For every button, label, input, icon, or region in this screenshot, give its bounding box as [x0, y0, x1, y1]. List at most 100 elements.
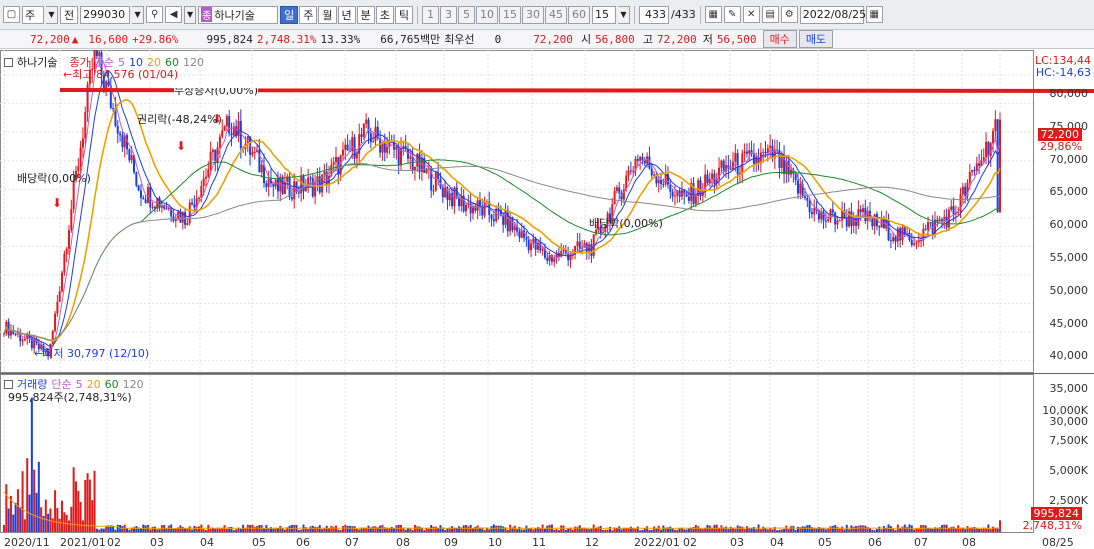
volume-bar: [562, 525, 565, 532]
tab-interval-3[interactable]: 년: [337, 5, 356, 24]
volume-bar: [128, 529, 131, 532]
minute-step-5[interactable]: 5: [458, 5, 475, 24]
candle-body: [165, 208, 168, 210]
page-count-input[interactable]: 433: [639, 5, 669, 24]
candle-body: [332, 162, 335, 165]
close-icon[interactable]: ✕: [742, 6, 760, 23]
volume-bar: [193, 525, 196, 532]
tab-interval-6[interactable]: 틱: [394, 5, 413, 24]
count-input[interactable]: 15: [592, 5, 616, 24]
volume-bar: [235, 529, 238, 532]
tab-interval-2[interactable]: 월: [318, 5, 337, 24]
chevron-down-icon[interactable]: ▼: [184, 5, 197, 24]
volume-bar: [727, 529, 730, 532]
minute-step-10[interactable]: 10: [476, 5, 498, 24]
volume-bar: [629, 526, 632, 532]
chevron-down-icon[interactable]: ▼: [132, 5, 145, 24]
candle-body: [84, 112, 87, 139]
rights-note: 권리락(-48,24%): [137, 113, 222, 126]
volume-bar: [687, 528, 690, 532]
tab-interval-1[interactable]: 주: [299, 5, 318, 24]
period-select[interactable]: 주: [22, 5, 44, 24]
minute-step-1[interactable]: 1: [422, 5, 439, 24]
legend-ma120: 120: [182, 55, 204, 69]
volume-bar: [102, 528, 105, 532]
speaker-icon[interactable]: ◀: [165, 6, 183, 23]
minute-step-60[interactable]: 60: [568, 5, 590, 24]
candle-body: [808, 200, 811, 213]
volume-bar: [989, 529, 992, 532]
candle-body: [335, 157, 337, 163]
price-axis-label: 40,000: [1049, 349, 1089, 363]
volume-bar: [126, 528, 129, 532]
search-icon[interactable]: ⚲: [146, 6, 164, 23]
time-axis-label: 02: [683, 536, 697, 549]
volume-bar: [51, 518, 54, 532]
candle-body: [924, 228, 927, 230]
date-input[interactable]: 2022/08/25: [799, 5, 866, 24]
volume-bar: [750, 528, 753, 532]
volume-bar: [409, 528, 412, 532]
stock-name-field[interactable]: 종 하나기술: [198, 5, 279, 24]
volume-bar: [776, 530, 779, 532]
candle-body: [836, 220, 839, 225]
tab-interval-5[interactable]: 초: [375, 5, 394, 24]
prev-button[interactable]: 전: [60, 5, 79, 24]
sell-button[interactable]: 매도: [798, 30, 834, 48]
candle-body: [639, 157, 642, 161]
volume-bar: [590, 528, 593, 532]
candle-body: [878, 226, 881, 228]
candle-body: [432, 190, 435, 192]
save-icon[interactable]: ▤: [761, 6, 779, 23]
minute-step-45[interactable]: 45: [545, 5, 567, 24]
time-axis-label: 03: [730, 536, 744, 549]
buy-button[interactable]: 매수: [762, 30, 797, 48]
volume-bar: [636, 526, 639, 532]
volume-bar: [852, 526, 855, 532]
gear-icon[interactable]: ⚙: [780, 6, 798, 23]
menu-icon[interactable]: [4, 379, 13, 389]
volume-bar: [611, 530, 614, 532]
candle-body: [899, 228, 902, 241]
chevron-down-icon[interactable]: ▼: [46, 5, 58, 24]
tab-interval-4[interactable]: 분: [356, 5, 375, 24]
tab-interval-0[interactable]: 일: [280, 5, 299, 24]
volume-bar: [420, 528, 423, 532]
candle-body: [81, 138, 84, 148]
toolbar: ▢ 주 ▼ 전 299030 ▼ ⚲ ◀ ▼ 종 하나기술 일주월년분초틱 13…: [0, 0, 1094, 30]
low-note-text: 최저 30,797 (12/10): [43, 347, 150, 360]
candle-body: [968, 172, 971, 183]
candle-body: [193, 204, 196, 208]
code-input[interactable]: 299030: [80, 5, 131, 24]
volume-bar: [451, 526, 454, 532]
chevron-down-icon[interactable]: ▼: [618, 5, 630, 24]
stock-prefix-icon: 종: [201, 7, 213, 22]
minute-step-3[interactable]: 3: [440, 5, 457, 24]
grid-icon[interactable]: ▦: [704, 6, 722, 23]
candle-body: [889, 240, 892, 242]
calendar-icon[interactable]: ▦: [865, 6, 883, 23]
window-icon[interactable]: ▢: [3, 6, 20, 23]
candle-body: [734, 153, 737, 162]
dividend-note-2: 배당락(0,00%): [589, 217, 663, 230]
candle-body: [629, 170, 632, 172]
volume-bar: [351, 526, 354, 532]
candle-body: [276, 179, 279, 192]
candle-body: [720, 160, 723, 168]
candle-body: [729, 168, 732, 170]
draw-icon[interactable]: ✎: [723, 6, 741, 23]
menu-icon[interactable]: [4, 57, 13, 67]
ma120-line: [3, 163, 1001, 341]
minute-step-15[interactable]: 15: [499, 5, 521, 24]
candle-body: [711, 173, 714, 179]
candle-body: [541, 249, 544, 251]
minute-step-30[interactable]: 30: [522, 5, 544, 24]
candle-body: [372, 141, 375, 143]
volume-bar: [678, 528, 681, 532]
volume-bar: [525, 525, 528, 532]
candle-body: [218, 136, 221, 148]
candle-body: [669, 184, 672, 192]
volume-bar: [553, 529, 556, 532]
volume-bar: [734, 528, 737, 532]
volume-bar: [458, 526, 461, 532]
